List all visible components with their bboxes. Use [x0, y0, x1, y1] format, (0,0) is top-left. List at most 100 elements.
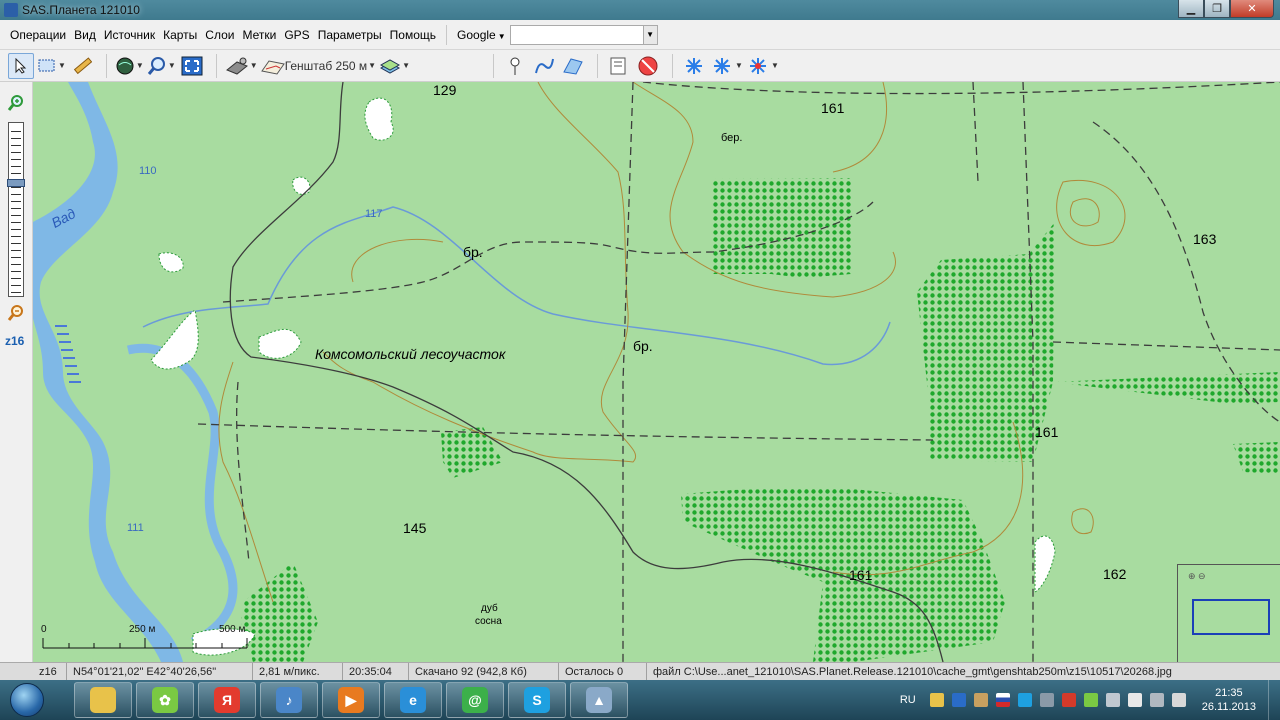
show-desktop-button[interactable]: [1268, 680, 1280, 720]
menu-parameters[interactable]: Параметры: [314, 28, 386, 42]
flag-ru-tray-icon[interactable]: [995, 693, 1010, 707]
map-type-dropdown[interactable]: Генштаб 250 м ▼: [260, 53, 376, 79]
toolbar-separator: [105, 53, 107, 78]
skype-tray-icon[interactable]: [1017, 693, 1032, 707]
select-area-button[interactable]: ▼: [37, 53, 66, 79]
status-downloaded: Скачано 92 (942,8 Кб): [409, 663, 559, 680]
taskbar-app-audio[interactable]: ♪: [260, 682, 318, 718]
layers-button[interactable]: ▼: [379, 53, 410, 79]
status-bar: z16 N54°01'21,02" E42°40'26,56" 2,81 м/п…: [33, 662, 1280, 680]
taskbar-app-ie[interactable]: e: [384, 682, 442, 718]
statusbar-corner: [0, 662, 33, 680]
maximize-button[interactable]: ❐: [1204, 0, 1230, 18]
zoom-tool-button[interactable]: ▼: [147, 53, 176, 79]
zoom-slider[interactable]: [7, 122, 25, 297]
menu-operations[interactable]: Операции: [6, 28, 70, 42]
status-coordinates: N54°01'21,02" E42°40'26,56": [67, 663, 253, 680]
speaker-tray-icon[interactable]: [1171, 693, 1186, 707]
fullscreen-icon: [181, 56, 203, 75]
gps-button[interactable]: [681, 53, 707, 79]
scale-label-zero: 0: [41, 624, 47, 635]
taskbar-app-explorer[interactable]: [74, 682, 132, 718]
zoom-lens-icon: [147, 56, 165, 75]
language-indicator[interactable]: RU: [900, 694, 916, 706]
taskbar-app-media[interactable]: ▶: [322, 682, 380, 718]
menu-layers[interactable]: Слои: [201, 28, 238, 42]
satellite-button[interactable]: ▼: [225, 53, 258, 79]
mail-tray-icon[interactable]: [929, 693, 944, 707]
zoom-in-button[interactable]: [7, 94, 25, 112]
antivirus-tray-icon[interactable]: [1061, 693, 1076, 707]
taskbar-app-sasplanet[interactable]: ▲: [570, 682, 628, 718]
app-tray-icon[interactable]: [951, 693, 966, 707]
taskbar-app-skype[interactable]: S: [508, 682, 566, 718]
gps-track-button[interactable]: ▼: [710, 53, 743, 79]
start-button[interactable]: [0, 680, 54, 720]
zoom-out-button[interactable]: [7, 304, 25, 322]
height-129: 129: [433, 82, 457, 98]
mini-map-viewport-frame[interactable]: [1192, 599, 1270, 635]
title-bar: SAS.Планета 121010 ▁ ❐ ✕: [0, 0, 1280, 20]
cursor-icon: [15, 57, 27, 74]
cursor-button[interactable]: [8, 52, 34, 79]
search-input[interactable]: ▼: [509, 24, 658, 45]
globe-button[interactable]: ▼: [115, 53, 144, 79]
usb-tray-icon[interactable]: [1149, 693, 1164, 707]
menu-maps[interactable]: Карты: [159, 28, 201, 42]
network-tray-icon[interactable]: [1105, 693, 1120, 707]
gps-settings-icon: [749, 57, 766, 74]
marks-list-button[interactable]: [606, 53, 632, 79]
toolbar-separator: [597, 53, 599, 78]
gps-track-icon: [714, 57, 731, 74]
water-level-111: 111: [127, 522, 144, 534]
taskbar-app-icq[interactable]: ✿: [136, 682, 194, 718]
search-provider-label: Google: [457, 27, 496, 42]
chevron-down-icon: ▼: [497, 31, 506, 41]
close-button[interactable]: ✕: [1230, 0, 1274, 18]
action-center-tray-icon[interactable]: [1127, 693, 1142, 707]
gps-settings-button[interactable]: ▼: [746, 53, 779, 79]
clock[interactable]: 21:35 26.11.2013: [1202, 686, 1256, 714]
path-button[interactable]: [531, 53, 557, 79]
minimize-button[interactable]: ▁: [1178, 0, 1204, 18]
mini-map-zoom-buttons[interactable]: ⊕ ⊖: [1188, 571, 1206, 582]
water-level-110: 110: [139, 165, 157, 177]
status-file-path: файл C:\Use...anet_121010\SAS.Planet.Rel…: [653, 665, 1172, 678]
ruler-button[interactable]: [69, 53, 95, 79]
taskbar-app-yandex[interactable]: Я: [198, 682, 256, 718]
menu-source[interactable]: Источник: [100, 28, 159, 42]
forest-patch: [441, 427, 503, 478]
search-provider-dropdown[interactable]: Google ▼: [453, 28, 510, 42]
height-145: 145: [403, 520, 427, 536]
hide-marks-button[interactable]: [635, 53, 661, 79]
scale-label-end: 500 м: [219, 624, 246, 635]
media-icon: ▶: [338, 687, 364, 713]
ie-icon: e: [400, 687, 426, 713]
mini-map[interactable]: ⊕ ⊖: [1177, 564, 1280, 662]
placemark-button[interactable]: [502, 53, 528, 79]
globe-icon: [116, 57, 134, 74]
yandex-icon: Я: [214, 687, 240, 713]
zoom-slider-thumb[interactable]: [7, 179, 25, 187]
map-type-label: Генштаб 250 м: [284, 58, 368, 73]
tool-tray-icon[interactable]: [1039, 693, 1054, 707]
height-161-top: 161: [821, 100, 845, 116]
clearing: [158, 252, 184, 273]
sasplanet-icon: ▲: [586, 687, 612, 713]
forest-patch: [681, 487, 1005, 662]
map-viewport[interactable]: 129 161 163 161 161 162 145 110 117 111 …: [33, 82, 1280, 662]
search-dropdown-button[interactable]: ▼: [642, 25, 657, 44]
volume-mute-tray-icon[interactable]: [973, 693, 988, 707]
height-161-mid: 161: [1035, 424, 1059, 440]
polygon-button[interactable]: [560, 53, 586, 79]
menu-help[interactable]: Помощь: [386, 28, 440, 42]
taskbar-app-qip[interactable]: @: [446, 682, 504, 718]
menu-gps[interactable]: GPS: [280, 28, 313, 42]
hide-marks-icon: [638, 56, 658, 75]
menu-view[interactable]: Вид: [70, 28, 100, 42]
fullscreen-button[interactable]: [179, 53, 205, 79]
icq-tray-icon[interactable]: [1083, 693, 1098, 707]
path-icon: [535, 58, 555, 73]
ruler-icon: [73, 56, 92, 74]
menu-marks[interactable]: Метки: [238, 28, 280, 42]
